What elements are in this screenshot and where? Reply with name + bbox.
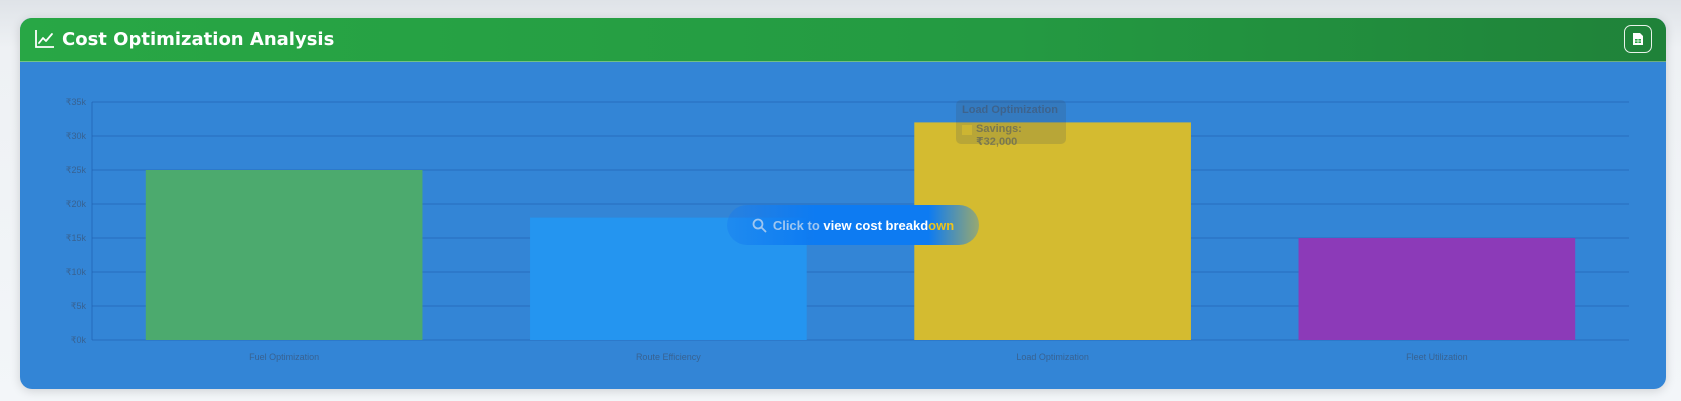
- tooltip-title: Load Optimization: [962, 104, 1058, 116]
- y-tick-label: ₹25k: [66, 165, 87, 175]
- bar-fleet-utilization[interactable]: [1298, 238, 1576, 340]
- y-tick-label: ₹10k: [66, 267, 87, 277]
- overlay-text-mid: view cost breakd: [819, 217, 929, 233]
- x-tick-label: Route Efficiency: [636, 352, 701, 362]
- export-button[interactable]: [1624, 25, 1652, 53]
- y-tick-label: ₹30k: [66, 131, 87, 141]
- x-tick-label: Load Optimization: [1016, 352, 1089, 362]
- y-tick-label: ₹20k: [66, 199, 87, 209]
- y-tick-label: ₹5k: [71, 301, 87, 311]
- y-tick-label: ₹0k: [71, 335, 87, 345]
- line-chart-icon: [35, 30, 54, 48]
- overlay-text-pre: Click to: [772, 217, 820, 233]
- x-tick-label: Fleet Utilization: [1406, 352, 1468, 362]
- cost-optimization-card: Cost Optimization Analysis ₹0k ₹5k ₹10k ₹15…: [20, 18, 1666, 389]
- tooltip-swatch: [962, 125, 972, 135]
- overlay-text-post: own: [928, 217, 955, 233]
- y-tick-label: ₹15k: [66, 233, 87, 243]
- bar-fuel-optimization[interactable]: [145, 170, 423, 340]
- card-header: Cost Optimization Analysis: [20, 18, 1666, 62]
- x-tick-label: Fuel Optimization: [249, 352, 319, 362]
- search-icon: [752, 218, 767, 232]
- spreadsheet-icon: [1633, 33, 1643, 45]
- view-cost-breakdown-button[interactable]: Click to view cost breakdown: [727, 205, 979, 245]
- chart-tooltip: Load Optimization Savings: ₹32,000: [956, 100, 1066, 148]
- tooltip-value: Savings: ₹32,000: [976, 123, 1022, 148]
- card-title: Cost Optimization Analysis: [62, 29, 335, 50]
- y-tick-label: ₹35k: [66, 97, 87, 107]
